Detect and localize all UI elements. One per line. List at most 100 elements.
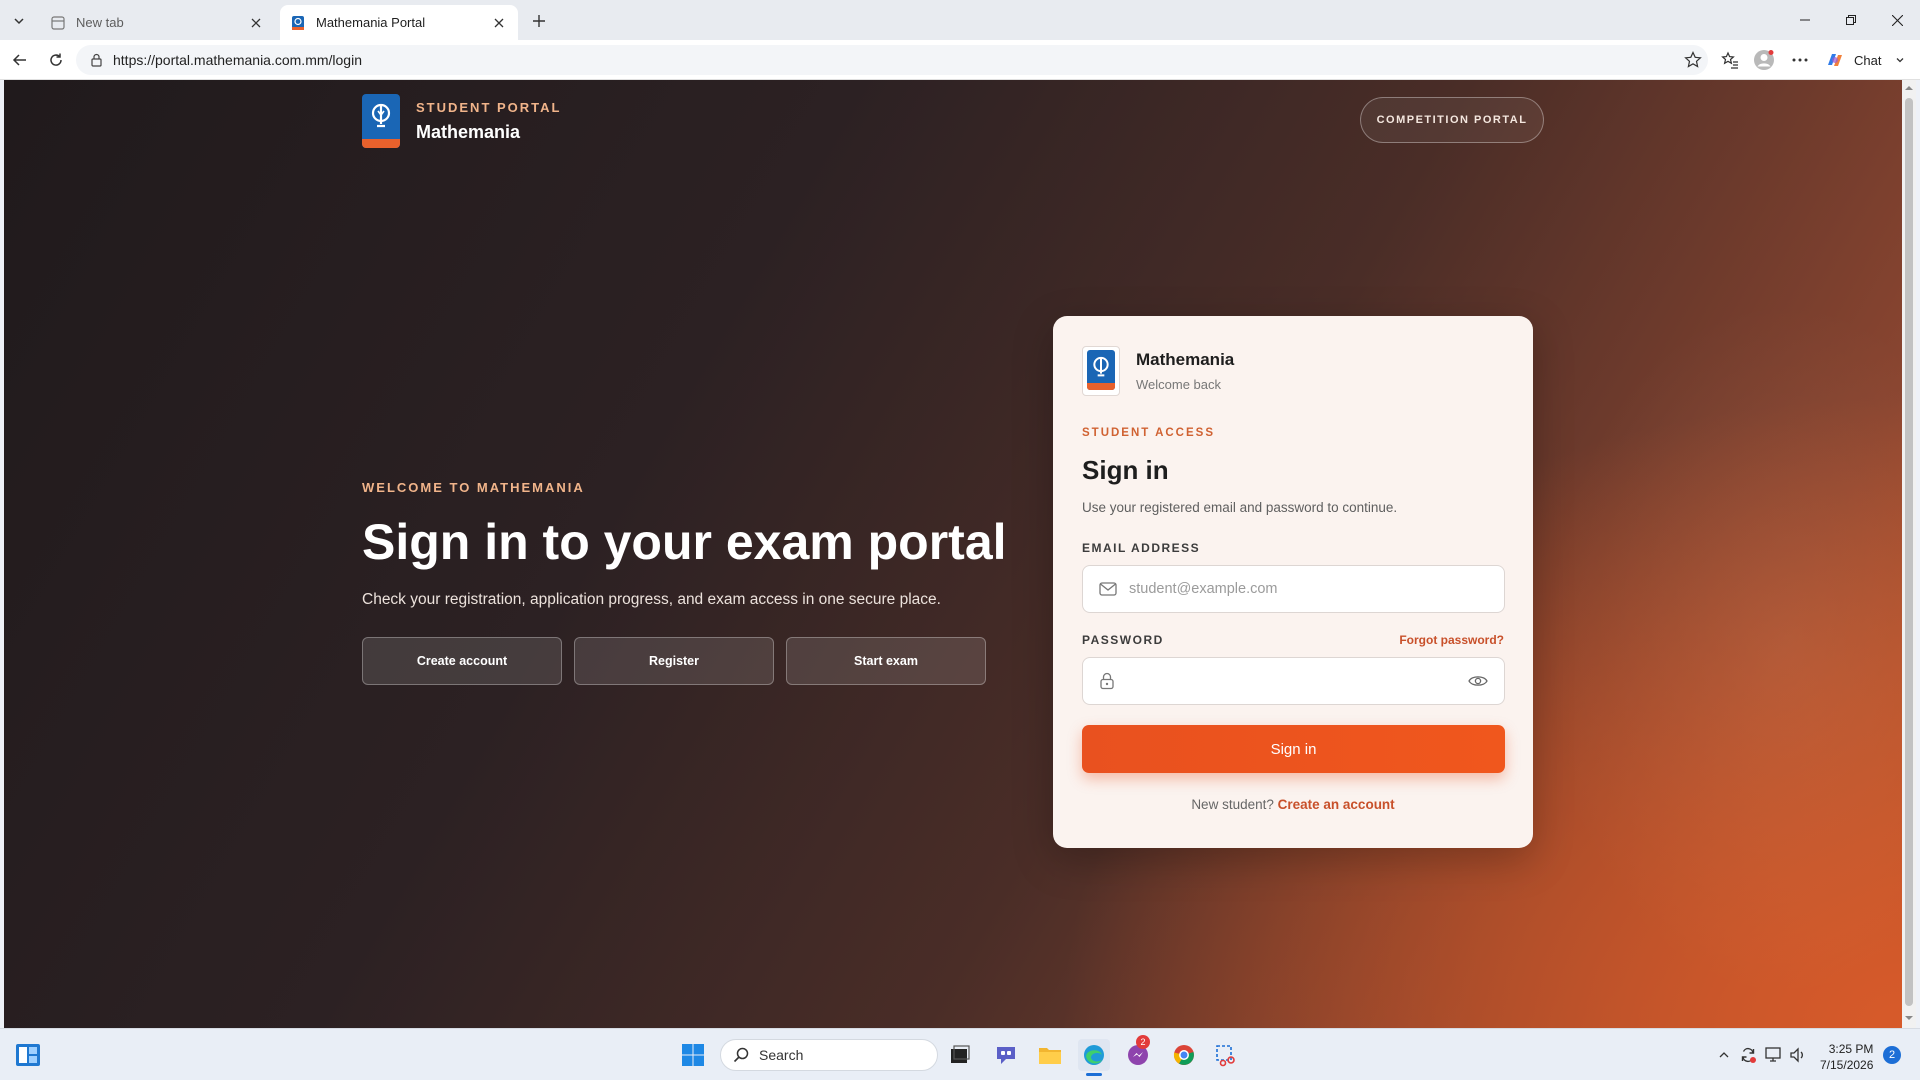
password-field[interactable] [1082, 657, 1505, 705]
minimize-icon [1800, 19, 1810, 21]
close-icon [1891, 14, 1903, 26]
card-footer: New student? Create an account [1082, 797, 1504, 812]
email-field[interactable]: student@example.com [1082, 565, 1505, 613]
restore-window-button[interactable] [1828, 0, 1874, 40]
network-icon [1765, 1047, 1781, 1062]
email-placeholder: student@example.com [1129, 581, 1278, 597]
show-password-eye-icon[interactable] [1468, 674, 1488, 688]
header-kicker: STUDENT PORTAL [416, 99, 562, 115]
new-tab-page-icon [51, 15, 65, 30]
password-label: PASSWORD [1082, 633, 1164, 647]
chat-label: Chat [1854, 52, 1882, 68]
chevron-up-icon [1719, 1052, 1729, 1058]
task-view-button[interactable] [944, 1039, 976, 1071]
hero-title: Sign in to your exam portal [362, 514, 1007, 570]
teams-chat-button[interactable] [990, 1039, 1022, 1071]
search-icon [733, 1047, 749, 1063]
start-button[interactable] [677, 1039, 709, 1071]
restore-icon [1846, 15, 1856, 25]
speaker-icon [1790, 1047, 1803, 1063]
tab-actions-menu-button[interactable] [6, 8, 32, 34]
mail-icon [1099, 582, 1117, 596]
tab-close-button[interactable] [247, 14, 265, 32]
close-window-button[interactable] [1874, 0, 1920, 40]
tab-close-button[interactable] [490, 14, 508, 32]
network-status-button[interactable] [1764, 1045, 1784, 1065]
sync-status-button[interactable] [1738, 1045, 1758, 1065]
windows-taskbar: Search 2 3:25 PM 7/15/2026 2 [0, 1028, 1920, 1080]
notification-count-badge[interactable]: 2 [1883, 1046, 1901, 1064]
address-bar[interactable]: https://portal.mathemania.com.mm/login [76, 45, 1708, 75]
register-button[interactable]: Register [574, 637, 774, 685]
tab-title: New tab [76, 15, 124, 30]
windows-logo-icon [682, 1044, 704, 1066]
lock-icon [1100, 672, 1114, 690]
new-tab-button[interactable] [526, 8, 552, 34]
clock-date: 7/15/2026 [1820, 1058, 1874, 1072]
taskbar-search-box[interactable]: Search [720, 1039, 938, 1071]
email-label: EMAIL ADDRESS [1082, 541, 1201, 555]
close-icon [494, 18, 504, 27]
create-an-account-link[interactable]: Create an account [1278, 797, 1395, 812]
sign-in-card: Mathemania Welcome back STUDENT ACCESS S… [1053, 316, 1533, 848]
volume-button[interactable] [1788, 1045, 1808, 1065]
sign-in-title: Sign in [1082, 455, 1169, 485]
hero-section: WELCOME TO MATHEMANIA Sign in to your ex… [362, 480, 1022, 685]
forgot-password-link[interactable]: Forgot password? [1399, 633, 1504, 647]
scroll-thumb[interactable] [1905, 98, 1913, 1006]
minimize-window-button[interactable] [1782, 0, 1828, 40]
tab-mathemania-portal[interactable]: Mathemania Portal [280, 5, 518, 40]
address-bar-url[interactable]: https://portal.mathemania.com.mm/login [113, 52, 362, 68]
back-arrow-icon [12, 54, 26, 66]
header-brand-name: Mathemania [416, 121, 521, 142]
plus-icon [533, 15, 545, 27]
card-brand-subtitle: Welcome back [1136, 377, 1222, 392]
tab-new-tab[interactable]: New tab [40, 5, 275, 40]
card-brand: Mathemania Welcome back [1082, 346, 1504, 396]
star-icon [1684, 51, 1702, 68]
show-hidden-icons-button[interactable] [1714, 1045, 1734, 1065]
taskbar-clock[interactable]: 3:25 PM 7/15/2026 [1820, 1041, 1873, 1073]
back-button[interactable] [6, 46, 34, 74]
create-account-button[interactable]: Create account [362, 637, 562, 685]
teams-chat-icon [997, 1047, 1015, 1064]
chrome-icon [1173, 1045, 1194, 1065]
snipping-tool-button[interactable] [1210, 1039, 1242, 1071]
sign-in-submit-button[interactable]: Sign in [1082, 725, 1505, 773]
password-label-row: PASSWORD Forgot password? [1082, 633, 1504, 647]
edge-browser-button[interactable] [1078, 1039, 1110, 1076]
messenger-app-button[interactable]: 2 [1122, 1035, 1154, 1071]
browser-toolbar: https://portal.mathemania.com.mm/login C… [0, 40, 1920, 80]
page-scrollbar[interactable] [1902, 80, 1916, 1028]
chrome-browser-button[interactable] [1168, 1039, 1200, 1071]
new-student-text: New student? [1191, 797, 1274, 812]
start-exam-button[interactable]: Start exam [786, 637, 986, 685]
widgets-icon [16, 1044, 40, 1066]
add-favorite-button[interactable] [1679, 46, 1707, 74]
chevron-down-icon[interactable] [1895, 55, 1905, 65]
favorites-button[interactable] [1716, 46, 1744, 74]
sign-in-subtitle: Use your registered email and password t… [1082, 500, 1398, 515]
profile-button[interactable] [1750, 46, 1778, 74]
card-brand-name: Mathemania [1136, 350, 1235, 369]
header-brand[interactable]: STUDENT PORTAL Mathemania [362, 94, 561, 148]
tab-title: Mathemania Portal [316, 15, 426, 30]
app-notification-badge: 2 [1136, 1035, 1150, 1049]
file-explorer-button[interactable] [1034, 1039, 1066, 1071]
competition-portal-button[interactable]: COMPETITION PORTAL [1360, 97, 1544, 143]
refresh-button[interactable] [42, 46, 70, 74]
site-info-lock-icon[interactable] [90, 53, 103, 67]
sync-icon [1741, 1047, 1756, 1063]
browser-tab-strip: New tab Mathemania Portal [0, 0, 1920, 40]
settings-more-button[interactable] [1786, 46, 1814, 74]
close-icon [251, 18, 261, 27]
chevron-down-icon [14, 18, 24, 25]
favorites-list-icon [1721, 51, 1738, 69]
hero-actions: Create account Register Start exam [362, 637, 1022, 685]
copilot-chat-button[interactable]: Chat [1824, 46, 1905, 74]
scroll-up-arrow-icon[interactable] [1905, 84, 1913, 92]
student-access-kicker: STUDENT ACCESS [1082, 427, 1215, 439]
page-viewport: STUDENT PORTAL Mathemania COMPETITION PO… [4, 80, 1902, 1028]
widgets-button[interactable] [12, 1039, 44, 1071]
scroll-down-arrow-icon[interactable] [1905, 1014, 1913, 1022]
